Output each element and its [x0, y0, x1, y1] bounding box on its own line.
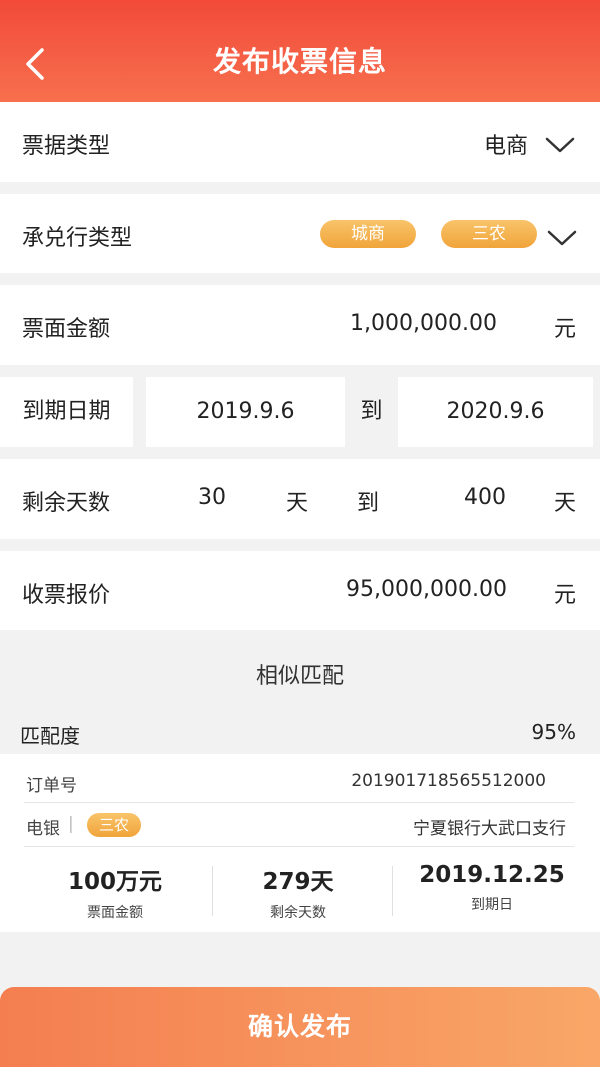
stat-divider — [392, 866, 393, 916]
remaining-days-separator: 到 — [357, 491, 380, 516]
stat-value: 100万元 — [67, 869, 162, 895]
remaining-days-from-unit: 天 — [286, 491, 309, 516]
due-date-from-value: 2019.9.6 — [196, 399, 295, 424]
remaining-days-from-input[interactable]: 30 — [198, 485, 226, 510]
order-number-label: 订单号 — [26, 776, 77, 796]
due-date-from-input[interactable]: 2019.9.6 — [146, 377, 345, 447]
due-date-label: 到期日期 — [22, 399, 111, 424]
quote-unit: 元 — [553, 583, 576, 608]
chevron-down-icon[interactable] — [544, 135, 576, 155]
quote-input[interactable]: 95,000,000.00 — [346, 577, 507, 602]
face-amount-label: 票面金额 — [22, 317, 111, 342]
confirm-publish-button[interactable]: 确认发布 — [0, 987, 600, 1067]
stat-value: 279天 — [262, 869, 334, 895]
stat-label: 票面金额 — [87, 905, 143, 921]
order-number-value: 201901718565512000 — [351, 771, 546, 791]
stat-due-date: 2019.12.25 到期日 — [397, 862, 587, 914]
face-amount-row: 票面金额 1,000,000.00 元 — [0, 285, 600, 365]
bill-type-row[interactable]: 票据类型 电商 — [0, 102, 600, 182]
due-date-separator: 到 — [360, 399, 383, 424]
card-divider — [24, 846, 574, 847]
bill-type-value: 电商 — [483, 134, 528, 159]
bank-tag-chengshang[interactable]: 城商 — [320, 220, 416, 248]
stat-remaining-days: 279天 剩余天数 — [203, 862, 393, 922]
remaining-days-to-input[interactable]: 400 — [464, 485, 506, 510]
due-date-label-box: 到期日期 — [0, 377, 133, 447]
quote-label: 收票报价 — [22, 583, 111, 608]
face-amount-input[interactable]: 1,000,000.00 — [350, 311, 497, 336]
stat-value: 2019.12.25 — [419, 862, 565, 888]
bank-tag-sannong[interactable]: 三农 — [441, 220, 537, 248]
bank-type-row[interactable]: 承兑行类型 城商 三农 — [0, 194, 600, 273]
remaining-days-to-unit: 天 — [553, 491, 576, 516]
chevron-down-icon[interactable] — [546, 228, 578, 248]
bank-tag-badge: 三农 — [87, 813, 141, 837]
page-title: 发布收票信息 — [212, 45, 387, 78]
bank-type-label: 承兑行类型 — [22, 226, 133, 251]
similar-match-title: 相似匹配 — [255, 664, 344, 689]
due-date-separator-box: 到 — [345, 377, 398, 447]
quote-row: 收票报价 95,000,000.00 元 — [0, 551, 600, 630]
stat-label: 到期日 — [471, 897, 513, 913]
match-degree-value: 95% — [531, 720, 576, 744]
bill-kind-label: 电银 — [26, 819, 60, 839]
header-bar: 发布收票信息 — [0, 0, 600, 102]
stat-label: 剩余天数 — [270, 905, 326, 921]
stat-face-amount: 100万元 票面金额 — [20, 862, 210, 922]
bank-name: 宁夏银行大武口支行 — [413, 819, 566, 839]
due-date-to-value: 2020.9.6 — [446, 399, 545, 424]
bill-kind-divider: | — [68, 814, 74, 834]
bill-type-label: 票据类型 — [22, 134, 111, 159]
remaining-days-row: 剩余天数 30 天 到 400 天 — [0, 459, 600, 539]
match-degree-label: 匹配度 — [20, 724, 80, 748]
face-amount-unit: 元 — [553, 317, 576, 342]
remaining-days-label: 剩余天数 — [22, 491, 111, 516]
due-date-to-input[interactable]: 2020.9.6 — [398, 377, 593, 447]
card-divider — [24, 802, 574, 803]
